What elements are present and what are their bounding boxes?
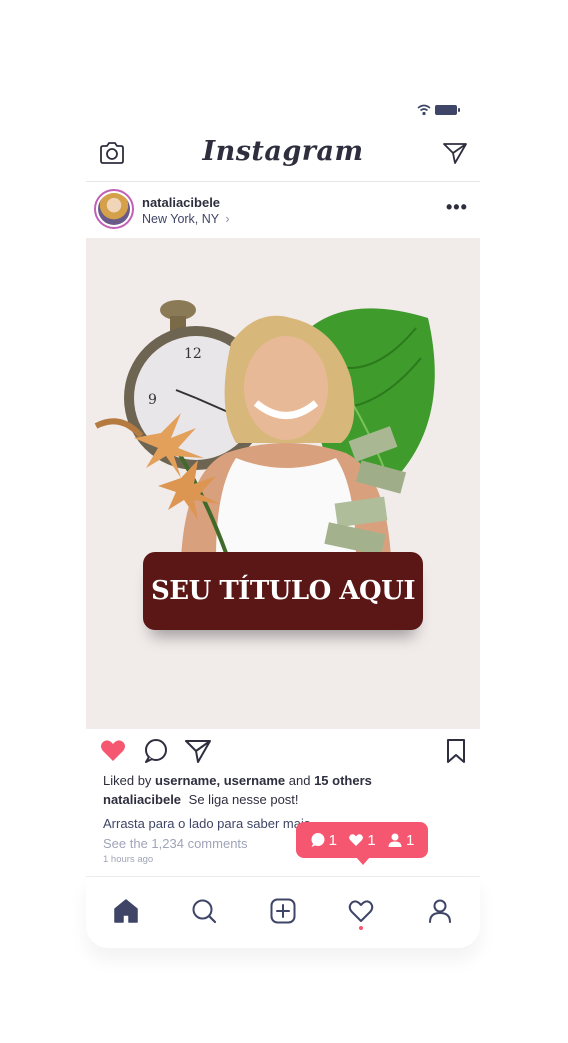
likes-prefix: Liked by [103, 773, 152, 788]
activity-dot [359, 926, 363, 930]
avatar-image [98, 193, 130, 225]
top-bar: Instagram [86, 130, 480, 182]
caption: nataliacibele Se liga nesse post! [103, 792, 299, 807]
notif-likes-count: 1 [367, 831, 376, 849]
heart-icon[interactable] [347, 897, 375, 925]
notif-comments-count: 1 [328, 831, 337, 849]
post-header: nataliacibele New York, NY › ••• [86, 184, 480, 238]
post-actions [86, 729, 480, 773]
battery-icon [435, 105, 460, 115]
bookmark-icon[interactable] [442, 737, 470, 765]
post-username[interactable]: nataliacibele [142, 195, 220, 210]
title-overlay-text: SEU TÍTULO AQUI [151, 576, 416, 606]
notif-followers-count: 1 [405, 831, 415, 849]
post-location[interactable]: New York, NY › [142, 212, 230, 226]
likes-users[interactable]: username, username [155, 773, 285, 788]
heart-filled-icon [349, 834, 364, 846]
svg-text:12: 12 [184, 346, 202, 362]
person-filled-icon [388, 833, 402, 847]
home-icon[interactable] [112, 897, 140, 925]
heart-filled-icon[interactable] [99, 737, 127, 765]
likes-others[interactable]: 15 others [314, 773, 372, 788]
more-options-icon[interactable]: ••• [446, 198, 468, 216]
likes-summary: Liked by username, username and 15 other… [103, 773, 372, 788]
notif-likes: 1 [348, 831, 376, 849]
post-artwork: 12 3 9 [94, 300, 435, 558]
send-icon[interactable] [442, 141, 468, 165]
avatar[interactable] [94, 189, 134, 229]
view-comments-link[interactable]: See the 1,234 comments [103, 836, 248, 851]
instagram-logo: Instagram [202, 136, 364, 167]
caption-text: Se liga nesse post! [188, 792, 299, 807]
comment-filled-icon [311, 833, 325, 847]
bottom-nav [86, 876, 480, 948]
profile-icon[interactable] [426, 897, 454, 925]
share-icon[interactable] [184, 737, 212, 765]
status-bar [86, 100, 480, 122]
add-icon[interactable] [269, 897, 297, 925]
activity-notification[interactable]: 1 1 1 [296, 822, 428, 865]
search-icon[interactable] [190, 897, 218, 925]
chevron-right-icon: › [225, 212, 230, 226]
notif-comments: 1 [310, 832, 337, 849]
post-timestamp: 1 hours ago [103, 854, 154, 865]
instagram-post-mockup: Instagram nataliacibele New York, NY › •… [86, 0, 480, 1043]
notif-followers: 1 [387, 832, 414, 849]
title-overlay-box: SEU TÍTULO AQUI [143, 552, 423, 630]
post-image[interactable]: 12 3 9 [86, 238, 480, 729]
caption-second-line: Arrasta para o lado para saber mais [103, 816, 311, 831]
likes-and: and [288, 773, 311, 788]
wifi-icon [417, 104, 431, 116]
location-label: New York, NY [142, 212, 219, 226]
svg-text:9: 9 [148, 392, 157, 408]
caption-username[interactable]: nataliacibele [103, 792, 181, 807]
comment-icon[interactable] [142, 737, 170, 765]
